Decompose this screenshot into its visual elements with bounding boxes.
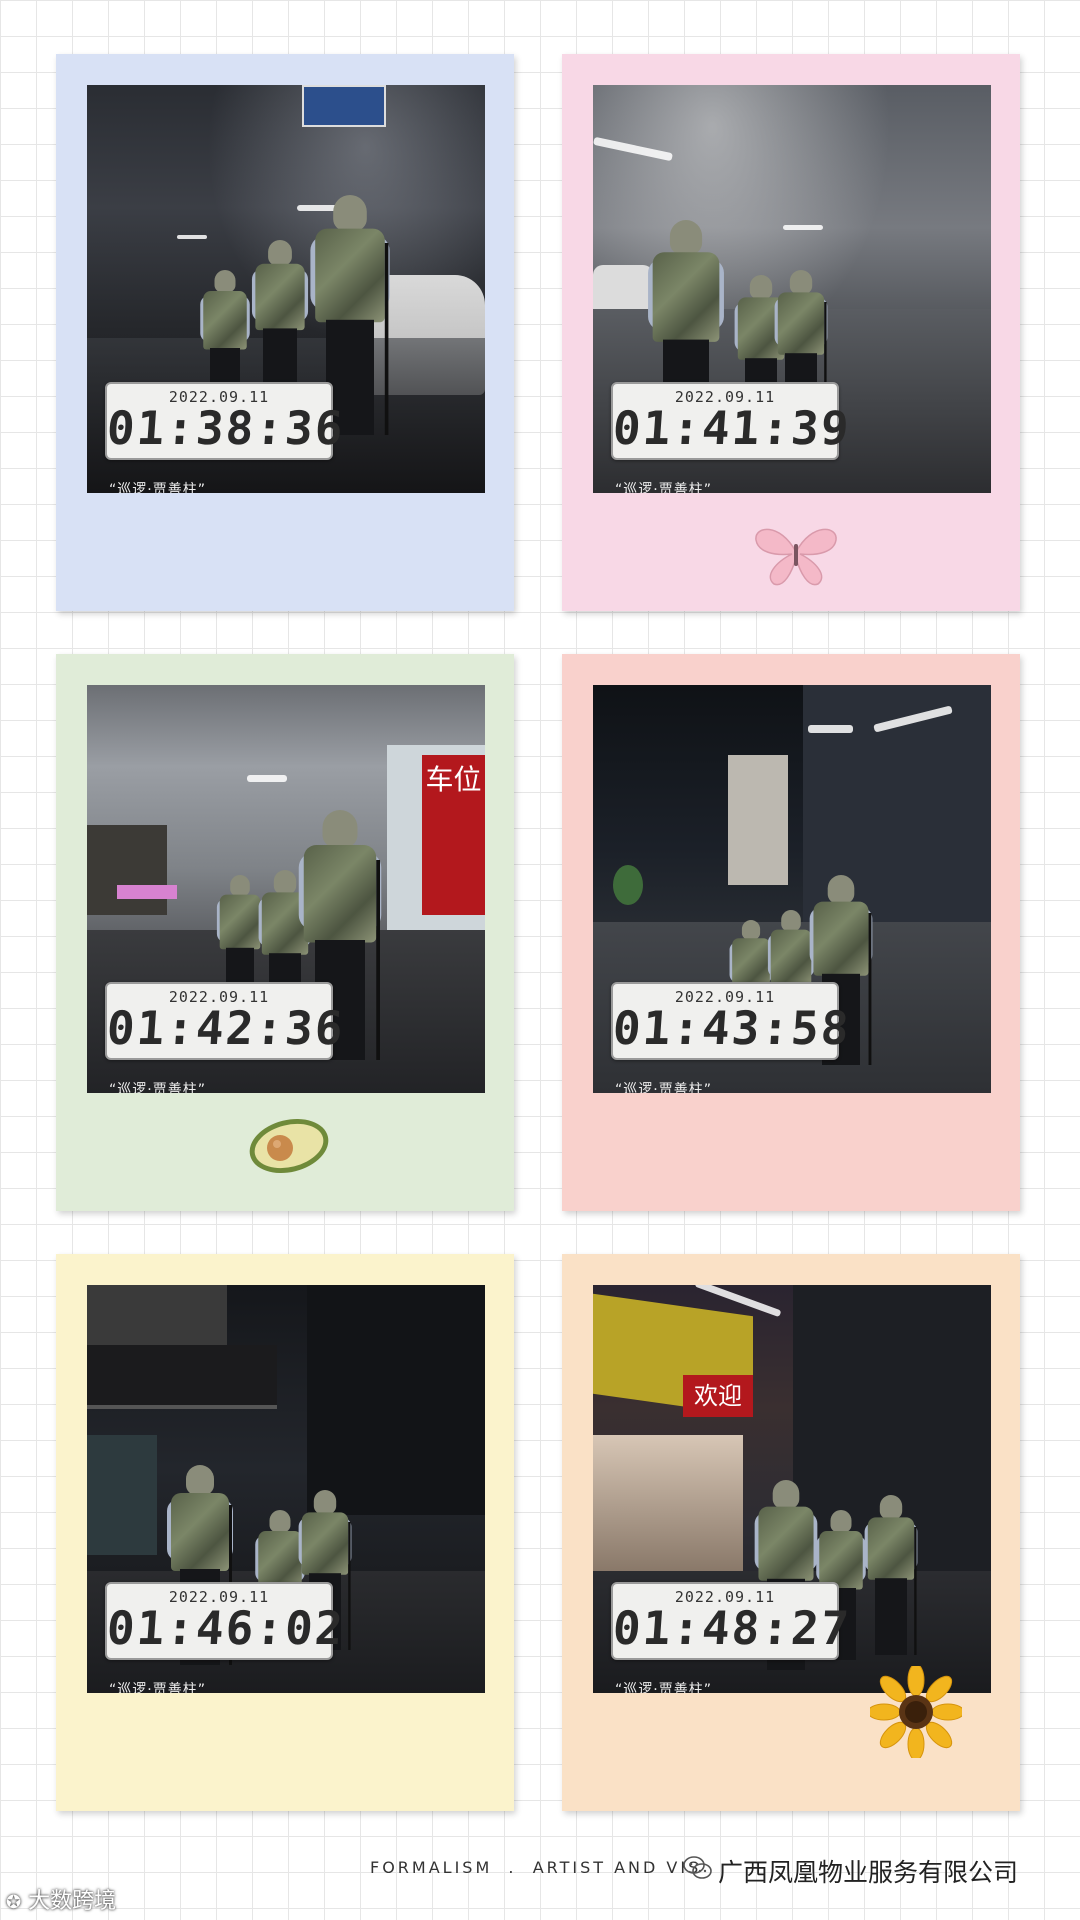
caption-text: “巡逻·贾善柱” xyxy=(615,1682,712,1693)
time-text: 01:46:02 xyxy=(105,1601,347,1655)
avocado-sticker-icon xyxy=(249,1118,329,1174)
watermark-text: ✪ 大数跨境 xyxy=(6,1883,116,1915)
caption-text: “巡逻·贾善柱” xyxy=(109,482,206,493)
caption-text: “巡逻·贾善柱” xyxy=(615,1082,712,1093)
time-text: 01:41:39 xyxy=(611,401,853,455)
welcome-sign: 欢迎 xyxy=(683,1375,753,1417)
time-text: 01:38:36 xyxy=(105,401,347,455)
time-text: 01:43:58 xyxy=(611,1001,853,1055)
timestamp-stamp: 2022.09.11 01:41:39 xyxy=(611,382,853,460)
caption-text: “巡逻·贾善柱” xyxy=(109,1082,206,1093)
photo-1: 2022.09.11 01:38:36 “巡逻·贾善柱” xyxy=(87,85,485,493)
sunflower-sticker-icon xyxy=(870,1666,962,1758)
photo-3: 车位 2022.09.11 01:42:36 “巡逻·贾善柱” xyxy=(87,685,485,1093)
sign-text: 欢迎 xyxy=(694,1382,742,1410)
time-text: 01:42:36 xyxy=(105,1001,347,1055)
timestamp-stamp: 2022.09.11 01:46:02 xyxy=(105,1582,347,1660)
photo-card-1: 2022.09.11 01:38:36 “巡逻·贾善柱” xyxy=(56,54,514,611)
timestamp-stamp: 2022.09.11 01:43:58 xyxy=(611,982,853,1060)
parking-sign: 车位 xyxy=(422,755,485,915)
photo-6: 欢迎 2022.09.11 01:48:27 “巡逻·贾善柱” xyxy=(593,1285,991,1693)
photo-5: 2022.09.11 01:46:02 “巡逻·贾善柱” xyxy=(87,1285,485,1693)
photo-card-4: 2022.09.11 01:43:58 “巡逻·贾善柱” xyxy=(562,654,1020,1211)
watermark-logo-icon: ✪ xyxy=(6,1892,22,1913)
timestamp-stamp: 2022.09.11 01:42:36 xyxy=(105,982,347,1060)
time-text: 01:48:27 xyxy=(611,1601,853,1655)
photo-card-5: 2022.09.11 01:46:02 “巡逻·贾善柱” xyxy=(56,1254,514,1811)
photo-2: 2022.09.11 01:41:39 “巡逻·贾善柱” xyxy=(593,85,991,493)
butterfly-sticker-icon xyxy=(755,528,837,586)
company-name: 广西凤凰物业服务有限公司 xyxy=(718,1858,1019,1887)
photo-card-2: 2022.09.11 01:41:39 “巡逻·贾善柱” xyxy=(562,54,1020,611)
timestamp-stamp: 2022.09.11 01:38:36 xyxy=(105,382,347,460)
watermark-label: 大数跨境 xyxy=(28,1889,117,1914)
timestamp-stamp: 2022.09.11 01:48:27 xyxy=(611,1582,853,1660)
photo-card-3: 车位 2022.09.11 01:42:36 “巡逻·贾善柱” xyxy=(56,654,514,1211)
caption-text: “巡逻·贾善柱” xyxy=(109,1682,206,1693)
footer-tagline: FORMALISM . ARTIST AND VIS xyxy=(370,1858,702,1877)
sign-text: 车位 xyxy=(425,763,482,796)
photo-card-6: 欢迎 2022.09.11 01:48:27 “巡逻·贾善柱” xyxy=(562,1254,1020,1811)
wechat-icon xyxy=(683,1856,712,1879)
caption-text: “巡逻·贾善柱” xyxy=(615,482,712,493)
photo-4: 2022.09.11 01:43:58 “巡逻·贾善柱” xyxy=(593,685,991,1093)
